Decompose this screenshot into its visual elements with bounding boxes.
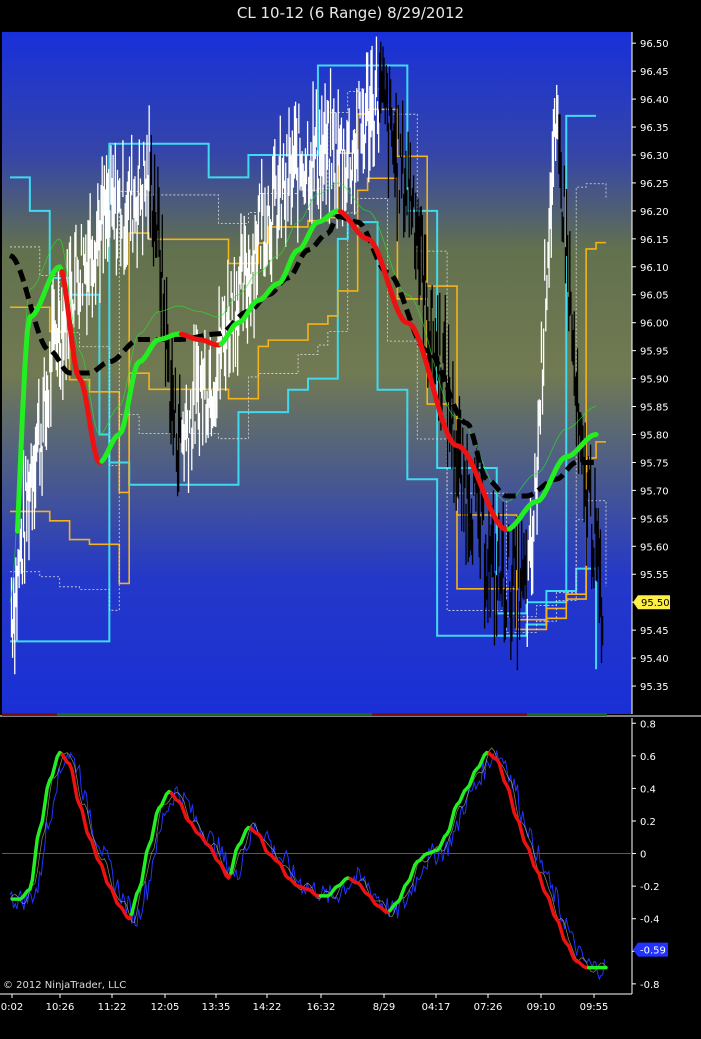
price-tick-label: 95.90 <box>640 375 669 386</box>
price-tick-label: 95.95 <box>640 347 669 358</box>
time-tick-label: 12:05 <box>151 1002 180 1013</box>
price-tick-label: 95.75 <box>640 458 669 469</box>
price-tick-label: 95.45 <box>640 626 669 637</box>
time-x-axis: 0:02 10:26 11:22 12:05 13:35 14:22 16:32 8/29 04… <box>1 994 609 1013</box>
osc-tick-label: 0 <box>640 850 646 861</box>
session-strip <box>2 713 607 716</box>
time-tick-label: 14:22 <box>253 1002 282 1013</box>
price-tick-label: 96.15 <box>640 235 669 246</box>
price-tick-label: 96.20 <box>640 207 669 218</box>
time-tick-label: 11:22 <box>98 1002 127 1013</box>
price-y-axis: 96.50 96.45 96.40 96.35 96.30 96.25 96.20 96.15… <box>632 39 670 693</box>
price-tick-label: 96.50 <box>640 39 669 50</box>
osc-last-value-label: -0.59 <box>640 946 666 957</box>
price-tick-label: 95.55 <box>640 570 669 581</box>
price-tick-label: 96.35 <box>640 123 669 134</box>
price-tick-label: 95.60 <box>640 542 669 553</box>
copyright-notice: © 2012 NinjaTrader, LLC <box>3 980 127 991</box>
time-tick-label: 07:26 <box>474 1002 503 1013</box>
last-price-label: 95.50 <box>641 598 670 609</box>
time-tick-label: 10:26 <box>46 1002 75 1013</box>
price-tick-label: 95.85 <box>640 403 669 414</box>
time-tick-label: 09:55 <box>580 1002 609 1013</box>
osc-tick-label: 0.4 <box>640 784 656 795</box>
price-tick-label: 96.30 <box>640 151 669 162</box>
time-tick-label: 16:32 <box>307 1002 336 1013</box>
price-tick-label: 96.00 <box>640 319 669 330</box>
time-tick-label: 09:10 <box>527 1002 556 1013</box>
last-price-marker: 95.50 <box>633 595 670 610</box>
osc-tick-label: 0.2 <box>640 817 656 828</box>
price-tick-label: 96.05 <box>640 291 669 302</box>
osc-tick-label: -0.2 <box>640 882 660 893</box>
price-tick-label: 96.40 <box>640 95 669 106</box>
osc-tick-label: 0.8 <box>640 719 656 730</box>
price-tick-label: 96.10 <box>640 263 669 274</box>
price-tick-label: 95.35 <box>640 682 669 693</box>
time-tick-label: 13:35 <box>202 1002 231 1013</box>
oscillator-y-axis: 0.80.60.40.20-0.2-0.4-0.6-0.8-0.59 <box>632 719 668 991</box>
price-tick-label: 96.45 <box>640 67 669 78</box>
price-tick-label: 95.70 <box>640 486 669 497</box>
chart-canvas: 96.50 96.45 96.40 96.35 96.30 96.25 96.20 96.15… <box>0 32 701 1013</box>
time-tick-label: 8/29 <box>373 1002 395 1013</box>
price-tick-label: 96.25 <box>640 179 669 190</box>
time-tick-label: 04:17 <box>422 1002 451 1013</box>
price-tick-label: 95.80 <box>640 430 669 441</box>
osc-last-value-marker: -0.59 <box>633 942 668 957</box>
time-tick-label: 0:02 <box>1 1002 23 1013</box>
osc-tick-label: 0.6 <box>640 752 656 763</box>
price-tick-label: 95.65 <box>640 514 669 525</box>
price-tick-label: 95.40 <box>640 654 669 665</box>
osc-tick-label: -0.4 <box>640 915 660 926</box>
osc-tick-label: -0.8 <box>640 980 660 991</box>
